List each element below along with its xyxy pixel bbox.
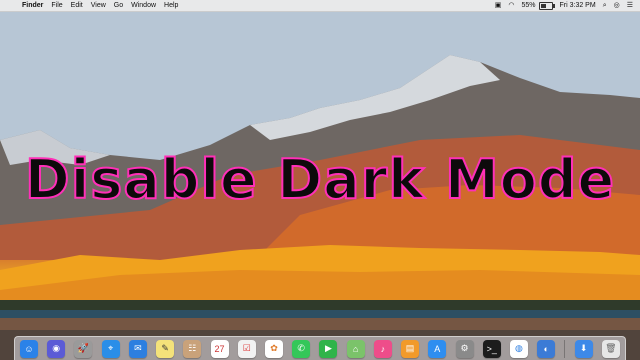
browser-icon[interactable]: ◐ <box>537 339 556 358</box>
clock-text[interactable]: Fri 3:32 PM <box>560 0 596 11</box>
notes-icon[interactable]: ✎ <box>156 339 175 358</box>
ibooks-icon[interactable]: ▤ <box>401 339 420 358</box>
battery-status[interactable]: 55% <box>521 0 555 11</box>
reminders-icon[interactable]: ☑ <box>237 339 256 358</box>
menu-help[interactable]: Help <box>164 0 178 11</box>
launchpad-icon[interactable]: 🚀 <box>74 339 93 358</box>
mail-icon[interactable]: ✉ <box>128 339 147 358</box>
menu-view[interactable]: View <box>91 0 106 11</box>
itunes-icon[interactable]: ♪ <box>373 339 392 358</box>
menu-edit[interactable]: Edit <box>71 0 83 11</box>
downloads-icon[interactable]: ⬇ <box>574 339 593 358</box>
contacts-icon[interactable]: ☷ <box>183 339 202 358</box>
menu-file[interactable]: File <box>51 0 62 11</box>
messages-icon[interactable]: ✆ <box>292 339 311 358</box>
display-icon[interactable]: ▣ <box>495 0 502 11</box>
appstore-icon[interactable]: A <box>428 339 447 358</box>
dock: ☺ ◉ 🚀 ⌖ ✉ ✎ ☷ 27 ☑ ✿ ✆ ▶ ⌂ ♪ ▤ A ⚙ >_ ◍ … <box>14 336 626 360</box>
facetime-icon[interactable]: ▶ <box>319 339 338 358</box>
system-preferences-icon[interactable]: ⚙ <box>455 339 474 358</box>
safari-icon[interactable]: ⌖ <box>101 339 120 358</box>
siri-icon[interactable]: ◎ <box>614 0 620 11</box>
menu-go[interactable]: Go <box>114 0 123 11</box>
menu-bar: Finder File Edit View Go Window Help ▣ ◠… <box>0 0 640 12</box>
photos-icon[interactable]: ✿ <box>264 339 283 358</box>
finder-icon[interactable]: ☺ <box>20 339 38 358</box>
trash-icon[interactable]: 🗑 <box>601 339 620 358</box>
status-menus: ▣ ◠ 55% Fri 3:32 PM ⌕ ◎ ☰ <box>495 0 640 11</box>
wifi-icon[interactable]: ◠ <box>508 0 514 11</box>
battery-percent: 55% <box>521 2 536 9</box>
terminal-icon[interactable]: >_ <box>482 339 501 358</box>
overlay-title: Disable Dark Mode <box>24 148 616 211</box>
chrome-icon[interactable]: ◍ <box>509 339 528 358</box>
dock-separator <box>564 339 566 358</box>
list-icon[interactable]: ☰ <box>627 0 633 11</box>
calendar-icon[interactable]: 27 <box>210 339 229 358</box>
battery-icon <box>538 1 555 10</box>
menu-window[interactable]: Window <box>131 0 156 11</box>
menu-finder[interactable]: Finder <box>22 0 43 11</box>
siri-icon[interactable]: ◉ <box>47 339 66 358</box>
search-icon[interactable]: ⌕ <box>603 0 607 11</box>
maps-icon[interactable]: ⌂ <box>346 339 365 358</box>
battery-fill <box>540 3 546 8</box>
